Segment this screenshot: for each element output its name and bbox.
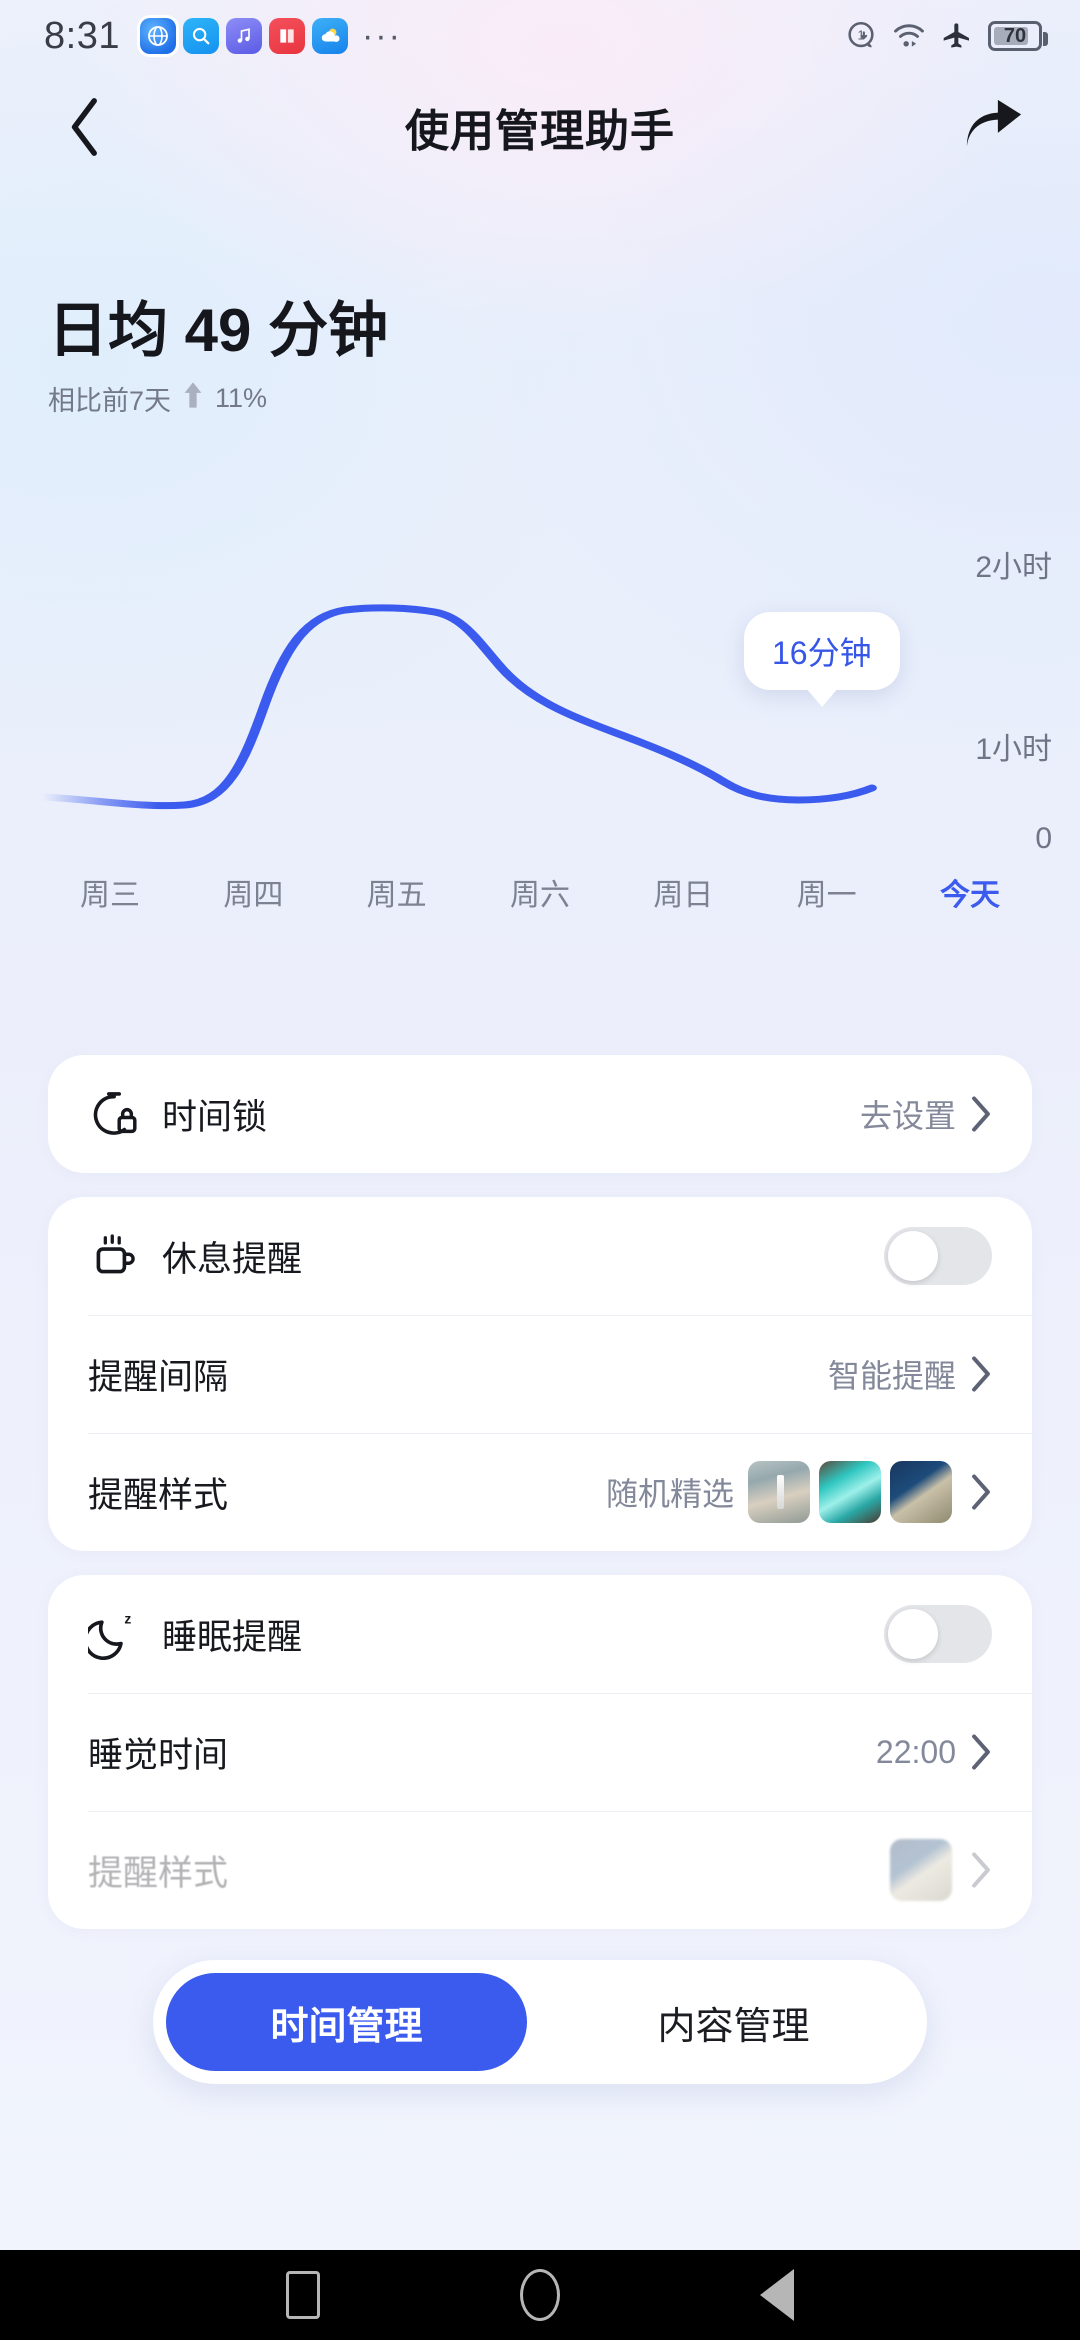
- row-label-sleep-reminder-style: 提醒样式: [88, 1853, 229, 1893]
- row-label-break-reminder: 休息提醒: [162, 1239, 303, 1279]
- wifi-icon: [892, 21, 926, 51]
- trend-comparison: 相比前7天 11%: [48, 379, 388, 418]
- moon-sleep-icon: z: [88, 1608, 162, 1660]
- y-tick-1h: 1小时: [975, 733, 1052, 766]
- status-bar: 8:31 ··· 1: [0, 0, 1080, 72]
- timer-lock-icon: [88, 1088, 162, 1140]
- day-label-thu[interactable]: 周四: [193, 870, 313, 914]
- book-icon: [268, 18, 305, 54]
- row-value-bedtime: 22:00: [875, 1733, 956, 1770]
- page-title: 使用管理助手: [405, 107, 675, 156]
- time-lock-card: 时间锁 去设置: [48, 1055, 1032, 1173]
- status-app-icons: [139, 18, 348, 54]
- row-value-reminder-style: 随机精选: [605, 1476, 734, 1512]
- row-label-bedtime: 睡觉时间: [88, 1735, 229, 1775]
- daily-average-headline: 日均 49 分钟: [48, 297, 389, 364]
- row-sleep-reminder-style[interactable]: 提醒样式: [48, 1811, 1032, 1929]
- chevron-right-icon: [970, 1473, 992, 1511]
- waterfall-thumbnail: [819, 1461, 881, 1523]
- row-time-lock[interactable]: 时间锁 去设置: [48, 1055, 1032, 1173]
- settings-cards: 时间锁 去设置 休息提醒 提醒间隔 智能提醒 提醒样式 随机精选 z 睡眠提醒 …: [0, 1055, 1080, 1953]
- break-reminder-card: 休息提醒 提醒间隔 智能提醒 提醒样式 随机精选: [48, 1197, 1032, 1551]
- row-label-reminder-interval: 提醒间隔: [88, 1357, 229, 1397]
- coastline-thumbnail: [890, 1461, 952, 1523]
- bottom-tab-bar: 时间管理 内容管理: [153, 1960, 927, 2084]
- status-bar-right: 1 70: [844, 19, 1048, 53]
- row-break-reminder[interactable]: 休息提醒: [48, 1197, 1032, 1315]
- lighthouse-thumbnail: [748, 1461, 810, 1523]
- music-icon: [225, 18, 262, 54]
- chevron-right-icon: [970, 1851, 992, 1889]
- day-label-today[interactable]: 今天: [910, 870, 1030, 914]
- weather-icon: [311, 18, 348, 54]
- row-label-sleep-reminder: 睡眠提醒: [162, 1617, 303, 1657]
- toggle-knob: [888, 1609, 938, 1659]
- toggle-break-reminder[interactable]: [884, 1227, 992, 1285]
- day-label-sat[interactable]: 周六: [480, 870, 600, 914]
- row-bedtime[interactable]: 睡觉时间 22:00: [48, 1693, 1032, 1811]
- day-label-wed[interactable]: 周三: [50, 870, 170, 914]
- row-value-time-lock: 去设置: [859, 1098, 956, 1134]
- browser-icon: [139, 18, 176, 54]
- compare-label: 相比前7天: [48, 386, 172, 416]
- usage-summary: 日均 49 分钟 相比前7天 11%: [48, 282, 388, 418]
- toggle-sleep-reminder[interactable]: [884, 1605, 992, 1663]
- coastline-thumbnail: [890, 1839, 952, 1901]
- row-value-reminder-interval: 智能提醒: [827, 1358, 956, 1394]
- chart-tooltip: 16分钟: [744, 612, 900, 690]
- search-icon: [182, 18, 219, 54]
- android-nav-bar: [0, 2250, 1080, 2340]
- battery-percent: 70: [1003, 24, 1027, 47]
- recents-icon[interactable]: [286, 2271, 320, 2319]
- row-sleep-reminder[interactable]: z 睡眠提醒: [48, 1575, 1032, 1693]
- day-label-sun[interactable]: 周日: [623, 870, 743, 914]
- back-button[interactable]: [48, 89, 124, 165]
- share-button[interactable]: [956, 89, 1032, 165]
- coffee-cup-icon: [88, 1230, 162, 1282]
- status-overflow-icon: ···: [361, 16, 402, 55]
- day-label-fri[interactable]: 周五: [337, 870, 457, 914]
- tab-time-management[interactable]: 时间管理: [166, 1973, 527, 2071]
- phone-screen: 8:31 ··· 1: [0, 0, 1080, 2340]
- share-icon: [966, 99, 1022, 147]
- y-tick-0: 0: [1035, 822, 1052, 855]
- chart-x-axis: 周三 周四 周五 周六 周日 周一 今天: [0, 870, 1080, 914]
- chevron-right-icon: [970, 1733, 992, 1771]
- battery-icon: 70: [988, 21, 1048, 51]
- sleep-reminder-card: z 睡眠提醒 睡觉时间 22:00 提醒样式: [48, 1575, 1032, 1929]
- sleep-style-thumbnails: [890, 1839, 952, 1901]
- home-icon[interactable]: [520, 2269, 560, 2321]
- title-bar: 使用管理助手: [0, 72, 1080, 182]
- usage-chart[interactable]: 2小时 1小时 0: [0, 500, 1080, 855]
- status-time: 8:31: [44, 14, 120, 57]
- tab-content-management[interactable]: 内容管理: [553, 1973, 914, 2071]
- status-bar-left: 8:31 ···: [44, 15, 402, 58]
- data-saver-icon: 1: [844, 19, 878, 53]
- svg-text:z: z: [124, 1611, 131, 1627]
- airplane-mode-icon: [940, 20, 974, 52]
- reminder-style-thumbnails: [748, 1461, 952, 1523]
- trend-up-arrow-icon: [181, 381, 205, 416]
- trend-value: 11%: [215, 383, 268, 413]
- back-icon[interactable]: [760, 2269, 794, 2321]
- chevron-right-icon: [970, 1355, 992, 1393]
- row-label-time-lock: 时间锁: [162, 1097, 268, 1137]
- row-reminder-interval[interactable]: 提醒间隔 智能提醒: [48, 1315, 1032, 1433]
- day-label-mon[interactable]: 周一: [767, 870, 887, 914]
- row-label-reminder-style: 提醒样式: [88, 1475, 229, 1515]
- y-tick-2h: 2小时: [975, 551, 1052, 584]
- back-icon: [71, 98, 97, 156]
- chevron-right-icon: [970, 1095, 992, 1133]
- row-reminder-style[interactable]: 提醒样式 随机精选: [48, 1433, 1032, 1551]
- toggle-knob: [888, 1231, 938, 1281]
